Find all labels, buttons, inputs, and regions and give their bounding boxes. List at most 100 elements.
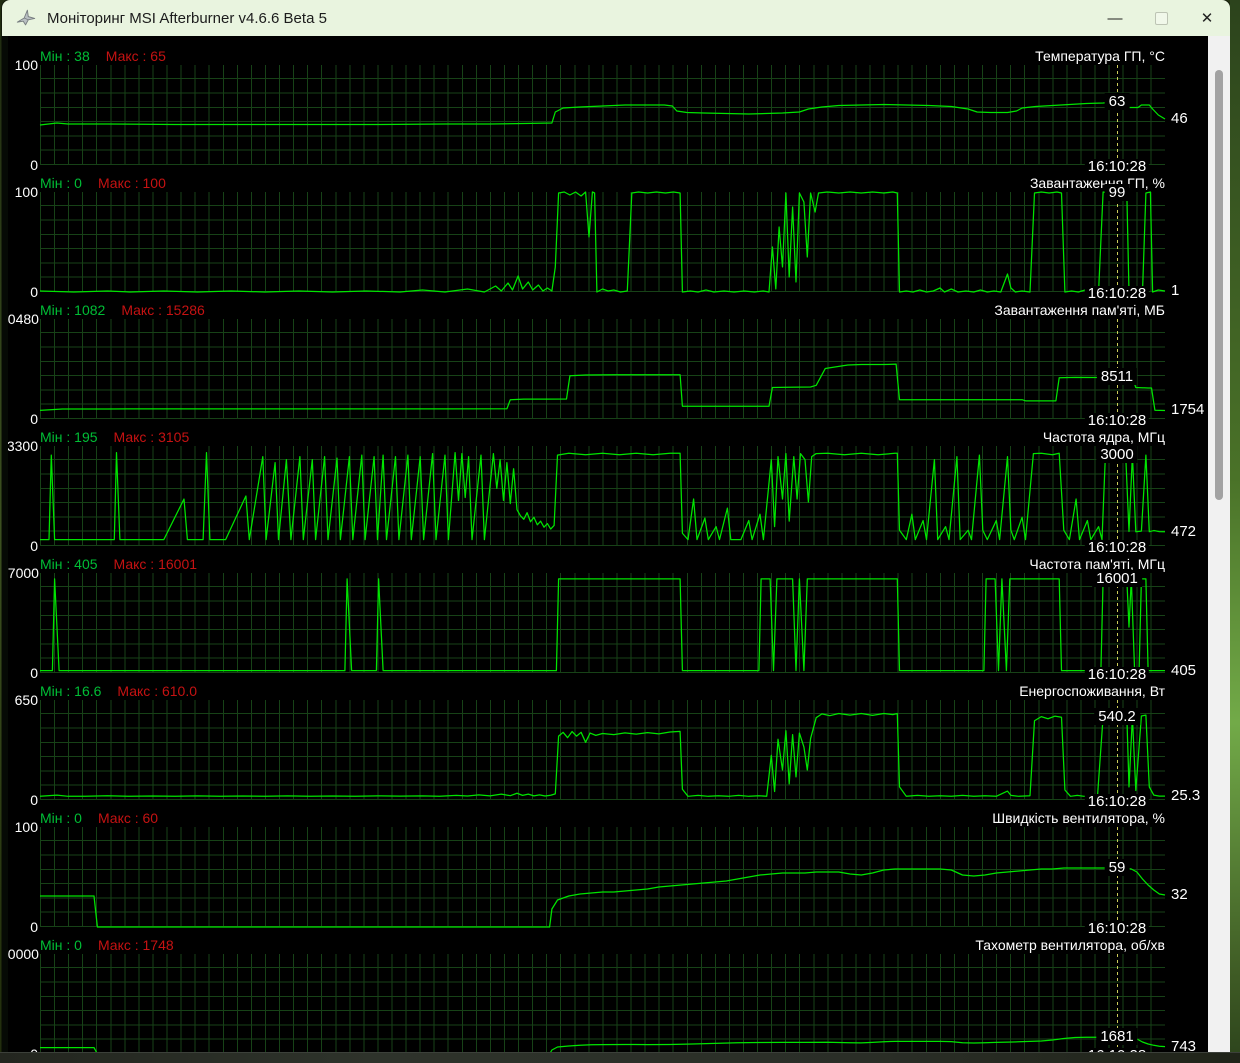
max-value-label: Макс : 65	[105, 48, 166, 64]
y-axis-zero-label: 0	[30, 792, 38, 808]
graph-line	[40, 1036, 1166, 1053]
y-axis-zero-label: 0	[30, 411, 38, 427]
cursor-value-label: 540.2	[1094, 707, 1140, 725]
graph-title: Частота ядра, МГц	[1042, 429, 1165, 445]
cursor-value-label: 3000	[1096, 446, 1138, 464]
minimize-button[interactable]: —	[1092, 0, 1138, 36]
cursor-timestamp: 16:10:28	[1084, 286, 1150, 302]
cursor-value-label: 59	[1104, 859, 1130, 876]
graph-title: Температура ГП, °C	[1035, 48, 1165, 64]
graph-title: Завантаження ГП, %	[1029, 175, 1165, 191]
graph-plot-area[interactable]	[40, 827, 1166, 928]
afterburner-monitor-window: Моніторинг MSI Afterburner v4.6.6 Beta 5…	[2, 0, 1230, 1053]
y-axis-max-label: 20480	[8, 311, 39, 327]
y-axis-max-label: 100	[14, 184, 38, 200]
minmax-stats: Мін : 38 Макс : 65	[40, 48, 166, 64]
window-controls: — ✕	[1092, 0, 1230, 36]
current-value-label: 32	[1171, 886, 1188, 903]
max-value-label: Макс : 15286	[121, 302, 205, 318]
graph-title: Завантаження пам'яті, МБ	[994, 302, 1165, 318]
graph-title: Швидкість вентилятора, %	[992, 810, 1165, 826]
current-value-label: 743	[1171, 1037, 1197, 1053]
cursor-value-label: 8511	[1096, 368, 1138, 386]
monitor-graphs-area: Мін : 38 Макс : 65 Температура ГП, °C 100 0 6…	[8, 36, 1208, 1053]
cursor-value-label: 16001	[1092, 569, 1142, 587]
graph-plot-area[interactable]	[39, 319, 1166, 419]
current-value-label: 25.3	[1171, 787, 1201, 805]
cursor-crosshair-line	[1117, 827, 1118, 927]
y-axis-max-label: 17000	[8, 565, 39, 581]
y-axis-max-label: 100	[14, 57, 38, 73]
current-value-label: 1	[1171, 282, 1180, 299]
graph-panels-container: Мін : 38 Макс : 65 Температура ГП, °C 100 0 6…	[8, 36, 1208, 1053]
graph-line	[40, 867, 1166, 928]
minmax-stats: Мін : 0 Макс : 100	[40, 175, 166, 191]
graph-plot-area[interactable]	[40, 573, 1165, 673]
y-axis-max-label: 3300	[8, 438, 38, 454]
max-value-label: Макс : 3105	[113, 429, 190, 445]
graph-line	[40, 452, 1166, 541]
cursor-value-label: 99	[1104, 184, 1130, 201]
taskbar-edge	[0, 1052, 1240, 1063]
maximize-button[interactable]	[1138, 0, 1184, 36]
graph-plot-area[interactable]	[39, 65, 1166, 165]
cursor-crosshair-line	[1117, 65, 1118, 165]
y-axis-zero-label: 0	[30, 538, 38, 554]
y-axis-max-label: 650	[14, 692, 38, 708]
current-value-label: 1754	[1171, 401, 1205, 419]
max-value-label: Макс : 16001	[113, 556, 198, 572]
max-value-label: Макс : 60	[97, 810, 159, 826]
graph-plot-area[interactable]	[39, 191, 1166, 293]
graph-line	[40, 578, 1165, 672]
cursor-value-label: 63	[1104, 93, 1130, 110]
scrollbar-thumb[interactable]	[1215, 70, 1223, 500]
graph-plot-area[interactable]	[39, 700, 1166, 800]
panel-gpu-temperature: Мін : 38 Макс : 65 Температура ГП, °C 100 0 6…	[8, 47, 1208, 175]
graph-line	[39, 101, 1166, 126]
panel-gpu-usage: Мін : 0 Макс : 100 Завантаження ГП, % 100 0 9…	[8, 174, 1208, 302]
panel-power: Мін : 16.6 Макс : 610.0 Енергоспоживання, …	[8, 682, 1208, 810]
current-value-label: 472	[1171, 522, 1197, 540]
y-axis-zero-label: 0	[30, 665, 38, 681]
graph-plot-area[interactable]	[40, 446, 1166, 546]
graph-line	[39, 712, 1166, 797]
min-value-label: Мін : 1082	[40, 302, 106, 318]
title-bar[interactable]: Моніторинг MSI Afterburner v4.6.6 Beta 5…	[2, 0, 1230, 36]
min-value-label: Мін : 0	[40, 810, 82, 826]
max-value-label: Макс : 100	[97, 175, 166, 191]
min-value-label: Мін : 0	[40, 175, 82, 191]
min-value-label: Мін : 405	[40, 556, 98, 572]
panel-fan-speed: Мін : 0 Макс : 60 Швидкість вентилятора, %…	[8, 809, 1208, 937]
max-value-label: Макс : 610.0	[117, 683, 198, 699]
graph-line	[39, 191, 1166, 293]
cursor-timestamp: 16:10:28	[1084, 667, 1150, 683]
window-title: Моніторинг MSI Afterburner v4.6.6 Beta 5	[47, 9, 327, 27]
panel-memory-usage: Мін : 1082 Макс : 15286 Завантаження пам'я…	[8, 301, 1208, 429]
minmax-stats: Мін : 405 Макс : 16001	[40, 556, 197, 572]
panel-core-clock: Мін : 195 Макс : 3105 Частота ядра, МГц 330…	[8, 428, 1208, 556]
vertical-scrollbar[interactable]	[1208, 36, 1230, 1053]
current-value-label: 46	[1171, 110, 1188, 127]
y-axis-max-label: 100	[14, 819, 38, 835]
maximize-icon	[1154, 11, 1168, 25]
cursor-timestamp: 16:10:28	[1084, 159, 1150, 175]
minmax-stats: Мін : 0 Макс : 60	[40, 810, 158, 826]
minmax-stats: Мін : 1082 Макс : 15286	[40, 302, 205, 318]
graph-title: Енергоспоживання, Вт	[1019, 683, 1165, 699]
y-axis-zero-label: 0	[30, 157, 38, 173]
y-axis-zero-label: 0	[30, 919, 38, 935]
graph-plot-area[interactable]	[40, 954, 1166, 1053]
y-axis-max-label: 10000	[8, 946, 39, 962]
current-value-label: 405	[1171, 661, 1197, 679]
cursor-crosshair-line	[1117, 573, 1118, 673]
cursor-timestamp: 16:10:28	[1084, 413, 1150, 429]
graph-line	[39, 363, 1166, 412]
close-button[interactable]: ✕	[1184, 0, 1230, 36]
cursor-crosshair-line	[1117, 192, 1118, 292]
panel-memory-clock: Мін : 405 Макс : 16001 Частота пам'яті, МГ…	[8, 555, 1208, 683]
min-value-label: Мін : 16.6	[40, 683, 102, 699]
cursor-timestamp: 16:10:28	[1084, 921, 1150, 937]
cursor-value-label: 1681	[1096, 1028, 1138, 1046]
graph-title: Тахометр вентилятора, об/хв	[975, 937, 1165, 953]
desktop-wallpaper-strip	[1230, 0, 1240, 1063]
